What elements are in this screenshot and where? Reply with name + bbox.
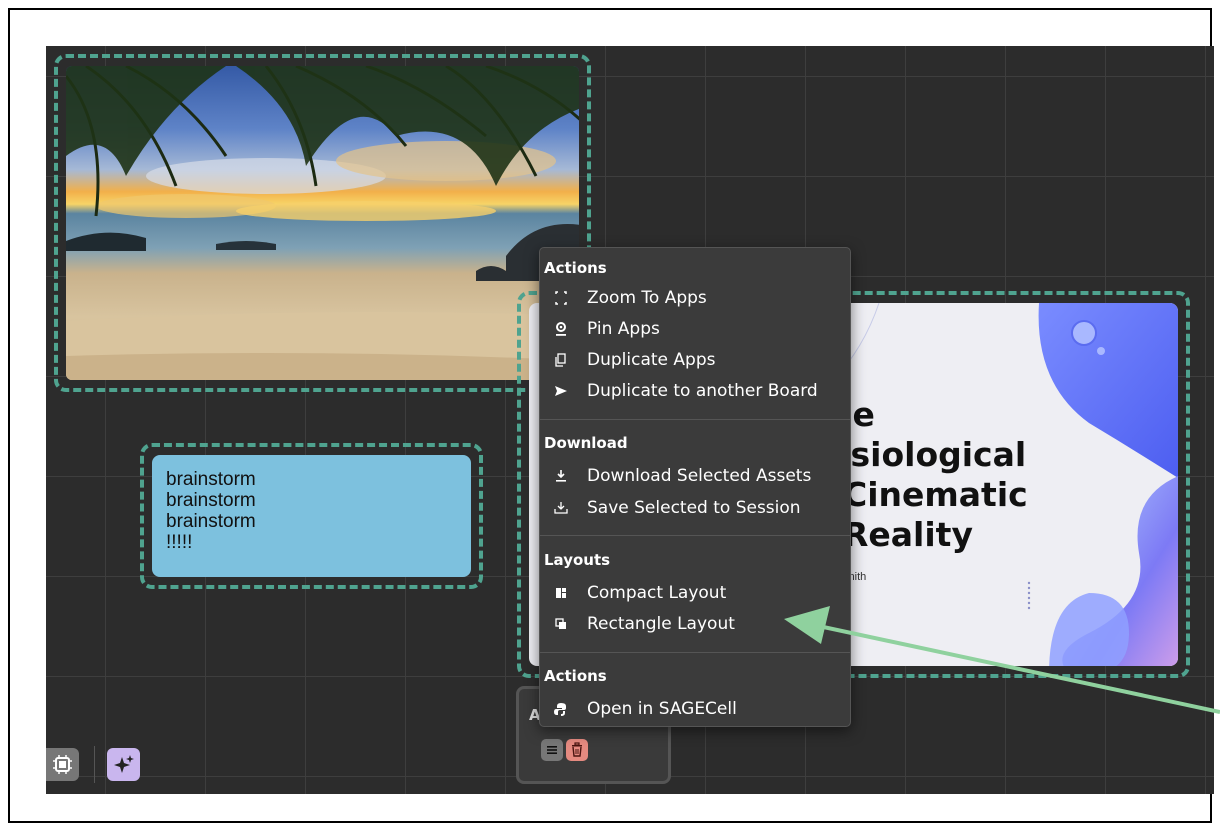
delete-button[interactable] xyxy=(566,739,588,761)
menu-item-label: Duplicate to another Board xyxy=(587,381,818,401)
pin-icon xyxy=(554,321,568,337)
save-tray-icon xyxy=(554,500,568,516)
sparkles-icon xyxy=(114,755,134,773)
menu-item-download-assets[interactable]: Download Selected Assets xyxy=(540,462,850,492)
menu-item-label: Pin Apps xyxy=(587,319,660,339)
menu-item-label: Zoom To Apps xyxy=(587,288,707,308)
trash-icon xyxy=(572,742,582,757)
menu-item-compact-layout[interactable]: Compact Layout xyxy=(540,579,850,609)
menu-item-label: Open in SAGECell xyxy=(587,699,737,719)
slide-title-line: ne xyxy=(829,395,875,434)
menu-divider xyxy=(540,535,850,536)
slide-title-line: ysiological xyxy=(829,435,1027,474)
slide-title-line: Cinematic xyxy=(843,475,1028,514)
cpu-icon xyxy=(53,755,72,774)
note-line: !!!!! xyxy=(166,532,193,553)
menu-item-label: Download Selected Assets xyxy=(587,466,812,486)
menu-item-pin-apps[interactable]: Pin Apps xyxy=(540,315,850,345)
compact-layout-icon xyxy=(554,585,568,601)
menu-item-duplicate-to-board[interactable]: Duplicate to another Board xyxy=(540,377,850,407)
context-menu: Actions Zoom To Apps Pin Apps Duplicate … xyxy=(539,247,851,727)
menu-item-label: Rectangle Layout xyxy=(587,614,735,634)
menu-section-header: Layouts xyxy=(544,551,611,569)
ai-assistant-button[interactable] xyxy=(107,748,140,781)
toolbar-divider xyxy=(94,746,95,783)
menu-item-zoom-to-apps[interactable]: Zoom To Apps xyxy=(540,284,850,314)
slide-title-line: Reality xyxy=(843,515,973,554)
menu-item-rectangle-layout[interactable]: Rectangle Layout xyxy=(540,610,850,640)
sticky-note-selection[interactable]: brainstorm brainstorm brainstorm !!!!! xyxy=(140,443,483,589)
slide-title: ne ysiological Cinematic Reality xyxy=(829,395,1028,555)
menu-item-label: Save Selected to Session xyxy=(587,498,801,518)
download-icon xyxy=(554,468,568,484)
hardware-button[interactable] xyxy=(46,748,79,781)
rectangle-layout-icon xyxy=(554,616,568,632)
note-line: brainstorm xyxy=(166,511,256,532)
board-canvas[interactable]: brainstorm brainstorm brainstorm !!!!! n… xyxy=(46,46,1214,794)
image-app-selection[interactable] xyxy=(54,54,591,392)
menu-section-header: Actions xyxy=(544,667,607,685)
zoom-fit-icon xyxy=(554,290,568,306)
menu-item-label: Duplicate Apps xyxy=(587,350,716,370)
menu-icon xyxy=(547,746,557,754)
sticky-note[interactable]: brainstorm brainstorm brainstorm !!!!! xyxy=(152,455,471,577)
menu-divider xyxy=(540,652,850,653)
menu-section-header: Download xyxy=(544,434,628,452)
menu-divider xyxy=(540,419,850,420)
menu-section-header: Actions xyxy=(544,259,607,277)
menu-item-open-sagecell[interactable]: Open in SAGECell xyxy=(540,695,850,725)
duplicate-icon xyxy=(554,352,568,368)
menu-item-label: Compact Layout xyxy=(587,583,727,603)
menu-item-save-to-session[interactable]: Save Selected to Session xyxy=(540,494,850,524)
menu-button[interactable] xyxy=(541,739,563,761)
beach-image xyxy=(66,66,579,380)
menu-item-duplicate-apps[interactable]: Duplicate Apps xyxy=(540,346,850,376)
python-icon xyxy=(554,701,568,717)
note-line: brainstorm xyxy=(166,490,256,511)
send-icon xyxy=(554,383,568,399)
note-line: brainstorm xyxy=(166,469,256,490)
